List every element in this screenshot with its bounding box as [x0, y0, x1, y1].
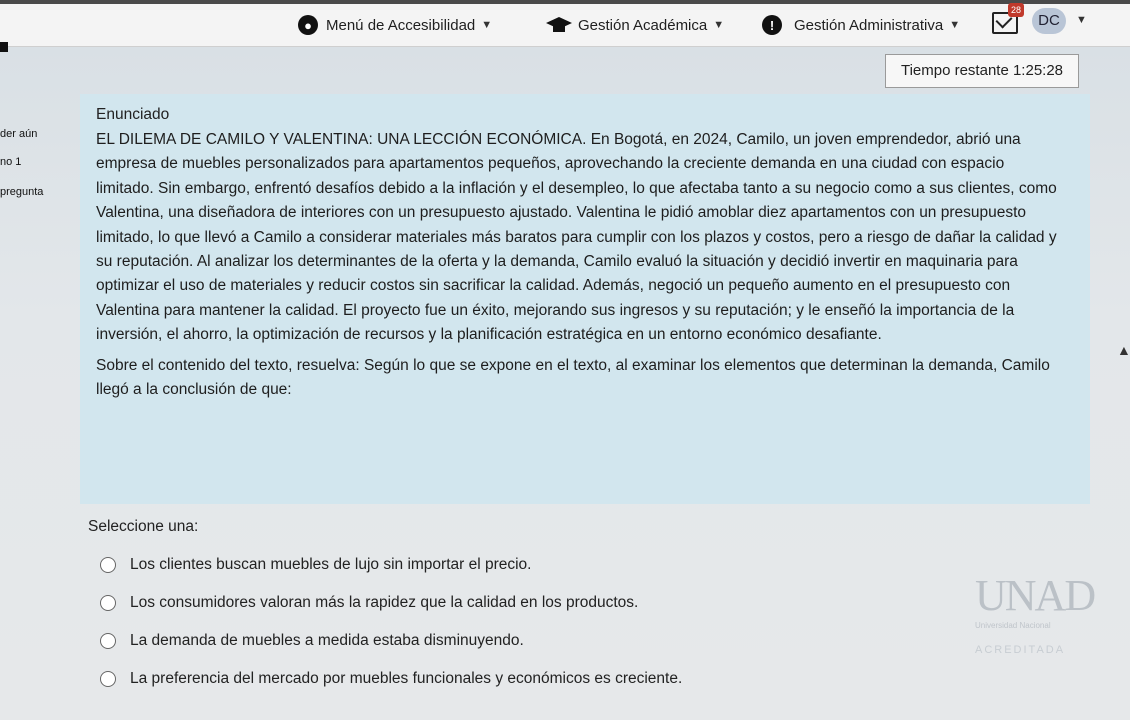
university-logo: UNAD Universidad Nacional ACREDITADA [975, 570, 1105, 680]
flag-icon[interactable] [0, 42, 8, 52]
answer-option-label[interactable]: Los consumidores valoran más la rapidez … [130, 594, 638, 612]
window-top-strip [0, 0, 1130, 4]
answer-option-label[interactable]: La demanda de muebles a medida estaba di… [130, 632, 524, 650]
select-one-label: Seleccione una: [88, 518, 199, 535]
answer-option[interactable]: Los clientes buscan muebles de lujo sin … [88, 546, 848, 584]
question-info-panel: der aún no 1 pregunta [0, 42, 62, 198]
chevron-up-icon[interactable]: ▲ [1117, 342, 1130, 358]
logo-university-text: Universidad Nacional [975, 621, 1051, 630]
question-body: EL DILEMA DE CAMILO Y VALENTINA: UNA LEC… [96, 131, 1057, 344]
answer-option-label[interactable]: Los clientes buscan muebles de lujo sin … [130, 556, 532, 574]
academic-management-menu[interactable]: Gestión Académica ▼ [544, 12, 724, 38]
alert-icon: ! [762, 15, 782, 35]
administrative-management-menu[interactable]: ! Gestión Administrativa ▼ [762, 12, 960, 38]
time-remaining: Tiempo restante 1:25:28 [885, 54, 1079, 88]
question-points-text: no 1 [0, 156, 22, 168]
radio-button[interactable] [100, 595, 116, 611]
message-count-badge: 28 [1008, 3, 1024, 17]
top-navigation-bar: ● Menú de Accesibilidad ▼ Gestión Académ… [0, 0, 1130, 47]
academic-management-label: Gestión Académica [578, 16, 708, 34]
radio-button[interactable] [100, 633, 116, 649]
answer-option-label[interactable]: La preferencia del mercado por muebles f… [130, 670, 682, 688]
question-text: EL DILEMA DE CAMILO Y VALENTINA: UNA LEC… [96, 128, 1066, 404]
flag-question-text[interactable]: pregunta [0, 186, 43, 198]
chevron-down-icon: ▼ [949, 19, 961, 31]
chevron-down-icon: ▼ [713, 19, 725, 31]
administrative-management-label: Gestión Administrativa [794, 16, 944, 34]
answer-option[interactable]: Los consumidores valoran más la rapidez … [88, 584, 848, 622]
logo-accredited-text: ACREDITADA [975, 644, 1066, 656]
answer-options: Seleccione una: Los clientes buscan mueb… [88, 518, 848, 698]
accessibility-icon: ● [298, 15, 318, 35]
radio-button[interactable] [100, 557, 116, 573]
question-statement-box: Enunciado EL DILEMA DE CAMILO Y VALENTIN… [80, 94, 1090, 504]
question-prompt: Sobre el contenido del texto, resuelva: … [96, 356, 1050, 399]
radio-button[interactable] [100, 671, 116, 687]
accessibility-menu[interactable]: ● Menú de Accesibilidad ▼ [298, 12, 492, 38]
question-title: Enunciado [96, 106, 170, 123]
chevron-down-icon[interactable]: ▼ [1076, 14, 1087, 26]
accessibility-menu-label: Menú de Accesibilidad [326, 16, 476, 34]
logo-mark: UNAD [975, 571, 1096, 620]
chevron-down-icon: ▼ [481, 19, 493, 31]
graduation-cap-icon [546, 17, 572, 32]
answer-option[interactable]: La preferencia del mercado por muebles f… [88, 660, 848, 698]
user-avatar[interactable]: DC [1032, 8, 1066, 34]
answer-option[interactable]: La demanda de muebles a medida estaba di… [88, 622, 848, 660]
question-status-text: der aún [0, 128, 38, 140]
